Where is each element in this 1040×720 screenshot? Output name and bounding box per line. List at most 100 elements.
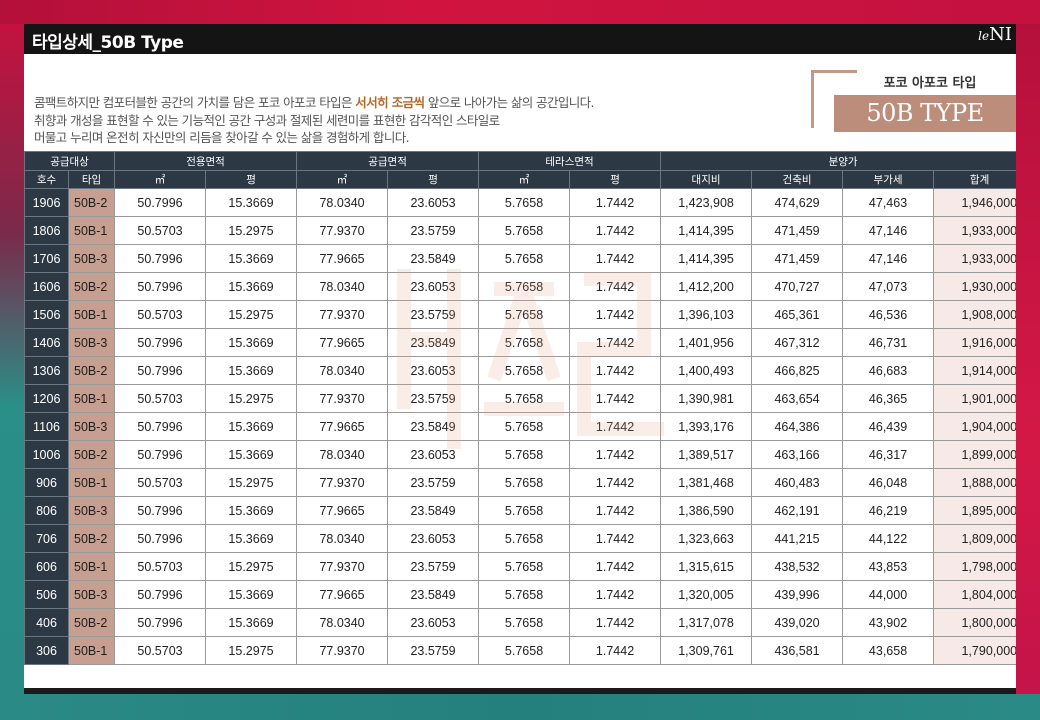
table-cell: 46,317: [842, 440, 935, 469]
table-cell: 77.9665: [296, 244, 389, 273]
table-cell: 1.7442: [569, 440, 662, 469]
table-cell: 1,323,663: [660, 524, 753, 553]
table-cell: 23.5849: [387, 412, 480, 441]
group-header: 전용면적: [114, 151, 298, 171]
total-price-cell: 1,946,000: [933, 188, 1016, 217]
table-row: 1906 50B-2 50.7996 15.3669 78.0340 23.6053 5.7…: [24, 188, 1016, 217]
logo-prefix: le: [978, 29, 990, 43]
table-row: 906 50B-1 50.5703 15.2975 77.9370 23.5759 5.76…: [24, 468, 1016, 497]
table-cell: 47,146: [842, 216, 935, 245]
unit-number-cell: 1506: [24, 300, 69, 329]
table-cell: 77.9370: [296, 636, 389, 665]
table-cell: 1.7442: [569, 216, 662, 245]
type-cell: 50B-2: [67, 188, 116, 217]
logo-main: NI: [989, 24, 1012, 45]
table-cell: 5.7658: [478, 300, 571, 329]
table-cell: 5.7658: [478, 608, 571, 637]
table-cell: 1.7442: [569, 636, 662, 665]
table-cell: 1,400,493: [660, 356, 753, 385]
frame-top-border: [0, 0, 1040, 24]
table-row: 1106 50B-3 50.7996 15.3669 77.9665 23.5849 5.7…: [24, 412, 1016, 441]
table-cell: 46,536: [842, 300, 935, 329]
column-header: 부가세: [842, 170, 935, 189]
table-cell: 23.6053: [387, 272, 480, 301]
table-cell: 15.3669: [205, 188, 298, 217]
unit-number-cell: 306: [24, 636, 69, 665]
table-cell: 46,683: [842, 356, 935, 385]
intro-line-2: 취향과 개성을 표현할 수 있는 기능적인 공간 구성과 절제된 세련미를 표현…: [34, 112, 500, 128]
table-cell: 5.7658: [478, 328, 571, 357]
table-cell: 15.3669: [205, 608, 298, 637]
frame-left-border: [0, 24, 24, 720]
table-cell: 1,401,956: [660, 328, 753, 357]
unit-number-cell: 1006: [24, 440, 69, 469]
total-price-cell: 1,904,000: [933, 412, 1016, 441]
table-cell: 15.2975: [205, 636, 298, 665]
table-cell: 15.3669: [205, 356, 298, 385]
page-title: 타입상세_50B Type: [32, 33, 184, 53]
table-row: 706 50B-2 50.7996 15.3669 78.0340 23.6053 5.76…: [24, 524, 1016, 553]
column-header: 평: [205, 170, 298, 189]
unit-number-cell: 706: [24, 524, 69, 553]
title-bar: 타입상세_50B Type leNI: [24, 24, 1016, 54]
table-cell: 77.9370: [296, 552, 389, 581]
intro-line-1-start: 콤팩트하지만 컴포터블한 공간의 가치를 담은 포코 아포코 타입은: [34, 95, 356, 110]
table-cell: 50.5703: [114, 468, 207, 497]
table-cell: 438,532: [751, 552, 844, 581]
table-cell: 5.7658: [478, 272, 571, 301]
table-cell: 15.3669: [205, 244, 298, 273]
table-row: 1506 50B-1 50.5703 15.2975 77.9370 23.5759 5.7…: [24, 300, 1016, 329]
table-cell: 78.0340: [296, 188, 389, 217]
table-row: 606 50B-1 50.5703 15.2975 77.9370 23.5759 5.76…: [24, 552, 1016, 581]
table-cell: 471,459: [751, 216, 844, 245]
table-cell: 50.7996: [114, 244, 207, 273]
table-cell: 1,389,517: [660, 440, 753, 469]
table-cell: 15.3669: [205, 412, 298, 441]
table-cell: 1,414,395: [660, 216, 753, 245]
table-cell: 15.3669: [205, 440, 298, 469]
table-row: 1806 50B-1 50.5703 15.2975 77.9370 23.5759 5.7…: [24, 216, 1016, 245]
intro-highlight: 서서히 조금씩: [355, 95, 425, 110]
table-cell: 46,731: [842, 328, 935, 357]
group-header: 분양가: [660, 151, 1016, 171]
frame-right-border: [1016, 24, 1040, 720]
table-cell: 50.7996: [114, 356, 207, 385]
type-cell: 50B-3: [67, 496, 116, 525]
table-cell: 44,000: [842, 580, 935, 609]
group-header: 테라스면적: [478, 151, 662, 171]
type-cell: 50B-2: [67, 356, 116, 385]
table-cell: 47,146: [842, 244, 935, 273]
total-price-cell: 1,790,000: [933, 636, 1016, 665]
table-cell: 77.9665: [296, 580, 389, 609]
column-header: 평: [569, 170, 662, 189]
table-cell: 77.9665: [296, 328, 389, 357]
total-price-cell: 1,888,000: [933, 468, 1016, 497]
table-cell: 5.7658: [478, 580, 571, 609]
total-price-cell: 1,804,000: [933, 580, 1016, 609]
table-cell: 50.5703: [114, 636, 207, 665]
table-cell: 46,439: [842, 412, 935, 441]
table-cell: 439,996: [751, 580, 844, 609]
column-header: 건축비: [751, 170, 844, 189]
table-cell: 1.7442: [569, 608, 662, 637]
column-header: ㎡: [296, 170, 389, 189]
total-price-cell: 1,899,000: [933, 440, 1016, 469]
type-badge-label: 포코 아포코 타입: [883, 76, 977, 91]
table-cell: 78.0340: [296, 272, 389, 301]
intro-line-1: 콤팩트하지만 컴포터블한 공간의 가치를 담은 포코 아포코 타입은 서서히 조…: [34, 94, 734, 112]
table-cell: 15.2975: [205, 384, 298, 413]
table-cell: 78.0340: [296, 608, 389, 637]
table-cell: 43,658: [842, 636, 935, 665]
table-cell: 50.5703: [114, 216, 207, 245]
total-price-cell: 1,914,000: [933, 356, 1016, 385]
table-cell: 47,073: [842, 272, 935, 301]
table-cell: 1,381,468: [660, 468, 753, 497]
total-price-cell: 1,901,000: [933, 384, 1016, 413]
table-cell: 15.3669: [205, 328, 298, 357]
total-price-cell: 1,933,000: [933, 216, 1016, 245]
table-cell: 15.2975: [205, 216, 298, 245]
table-cell: 23.5849: [387, 244, 480, 273]
table-cell: 5.7658: [478, 496, 571, 525]
table-cell: 23.5759: [387, 552, 480, 581]
intro-line-3: 머물고 누리며 온전히 자신만의 리듬을 찾아갈 수 있는 삶을 경험하게 합니…: [34, 130, 410, 145]
